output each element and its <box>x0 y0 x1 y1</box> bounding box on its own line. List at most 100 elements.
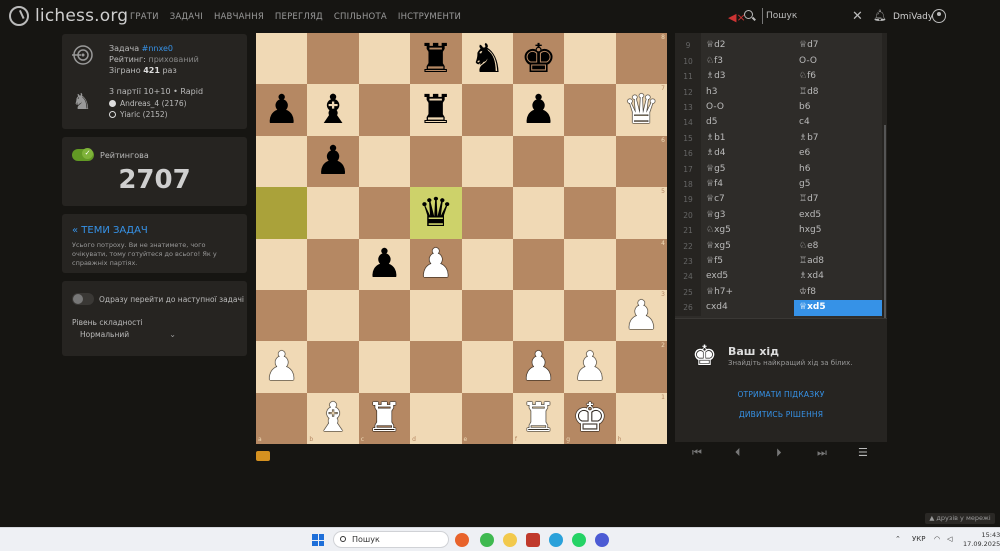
app-yellow-icon[interactable] <box>503 533 517 547</box>
menu-icon[interactable]: ☰ <box>858 446 868 459</box>
black-queen-piece[interactable]: ♛ <box>418 193 454 233</box>
square-h6[interactable]: 6 <box>615 135 667 188</box>
logo[interactable]: lichess.org <box>9 6 128 26</box>
square-e7[interactable] <box>461 84 513 136</box>
prev-move-icon[interactable]: ⏴ <box>735 446 741 460</box>
black-move[interactable]: b6 <box>794 100 882 115</box>
white-move[interactable]: ♕g3 <box>701 208 794 223</box>
white-move[interactable]: ♕h7+ <box>701 285 794 300</box>
square-b7[interactable]: ♝ <box>307 84 359 136</box>
square-c6[interactable] <box>358 135 411 188</box>
username[interactable]: DmiVady <box>893 12 933 22</box>
black-player-name[interactable]: Yiaric (2152) <box>120 110 168 119</box>
square-h2[interactable]: 2 <box>615 341 667 393</box>
white-player-name[interactable]: Andreas_4 (2176) <box>120 99 187 108</box>
square-d7[interactable]: ♜ <box>410 84 462 136</box>
square-g4[interactable] <box>564 238 616 290</box>
white-move[interactable]: ♗b1 <box>701 131 794 146</box>
white-move[interactable]: ♕g5 <box>701 162 794 177</box>
square-d5[interactable]: ♛ <box>410 187 462 239</box>
square-c4[interactable]: ♟ <box>358 238 411 290</box>
square-a2[interactable]: ♟ <box>256 341 308 393</box>
square-d8[interactable]: ♜ <box>410 33 462 85</box>
black-rook-piece[interactable]: ♜ <box>418 39 454 79</box>
square-c1[interactable]: ♜ c <box>358 392 411 444</box>
square-f8[interactable]: ♚ <box>512 33 565 85</box>
white-pawn-piece[interactable]: ♟ <box>418 244 454 284</box>
black-move[interactable]: g5 <box>794 177 882 192</box>
black-king-piece[interactable]: ♚ <box>521 39 557 79</box>
user-avatar-icon[interactable] <box>932 9 946 23</box>
square-e4[interactable] <box>461 238 513 290</box>
square-h7[interactable]: ♛ 7 <box>615 84 667 136</box>
square-e3[interactable] <box>461 289 513 342</box>
tray-chevron-icon[interactable]: ⌃ <box>895 535 901 543</box>
rated-toggle[interactable] <box>72 148 94 161</box>
black-move[interactable]: ♕xd5 <box>794 300 882 316</box>
square-g6[interactable] <box>564 135 616 188</box>
bell-icon[interactable]: 🔔︎ <box>873 9 887 22</box>
black-rook-piece[interactable]: ♜ <box>418 90 454 130</box>
search-input[interactable] <box>762 8 842 24</box>
white-player[interactable]: Andreas_4 (2176) <box>109 99 187 108</box>
chess-board[interactable]: ♜ ♞ ♚ 8 ♟ ♝ ♜ ♟ ♛ 7 ♟ 6 ♛ 5 ♟ ♟ 4 ♟ 3 ♟ ♟ ♟ 2 a ♝ b ♜ c d e ♜ f ♚ g 1 h <box>256 33 667 444</box>
black-move[interactable]: ♘e8 <box>794 239 882 254</box>
square-f2[interactable]: ♟ <box>512 341 565 393</box>
white-king-piece[interactable]: ♚ <box>572 398 608 438</box>
square-d3[interactable] <box>410 289 462 342</box>
square-g2[interactable]: ♟ <box>564 341 616 393</box>
search-icon[interactable] <box>744 10 753 19</box>
white-move[interactable]: ♘xg5 <box>701 223 794 238</box>
square-d1[interactable]: d <box>410 392 462 444</box>
white-move[interactable]: ♕d2 <box>701 38 794 53</box>
black-knight-piece[interactable]: ♞ <box>469 39 505 79</box>
square-g1[interactable]: ♚ g <box>564 392 616 444</box>
friends-online-button[interactable]: ▲ друзів у мережі <box>925 513 995 524</box>
square-a1[interactable]: a <box>256 392 308 444</box>
white-rook-piece[interactable]: ♜ <box>521 398 557 438</box>
nav-watch[interactable]: ПЕРЕГЛЯД <box>275 12 323 22</box>
last-move-icon[interactable]: ⏭ <box>817 446 827 460</box>
wifi-icon[interactable]: ◠ <box>934 535 940 543</box>
telegram-icon[interactable] <box>549 533 563 547</box>
black-move[interactable]: ♗xd4 <box>794 269 882 284</box>
app-green-icon[interactable] <box>480 533 494 547</box>
white-move[interactable]: exd5 <box>701 269 794 284</box>
close-icon[interactable]: ✕ <box>852 9 863 24</box>
square-a6[interactable] <box>256 135 308 188</box>
white-move[interactable]: ♕xg5 <box>701 239 794 254</box>
square-e1[interactable]: e <box>461 392 513 444</box>
black-move[interactable]: e6 <box>794 146 882 161</box>
square-c2[interactable] <box>358 341 411 393</box>
square-f7[interactable]: ♟ <box>512 84 565 136</box>
square-a3[interactable] <box>256 289 308 342</box>
volume-icon[interactable]: ◁ <box>947 535 952 543</box>
square-d6[interactable] <box>410 135 462 188</box>
first-move-icon[interactable]: ⏮ <box>692 446 702 460</box>
white-rook-piece[interactable]: ♜ <box>367 398 403 438</box>
square-g7[interactable] <box>564 84 616 136</box>
nav-learn[interactable]: НАВЧАННЯ <box>214 12 264 22</box>
square-a7[interactable]: ♟ <box>256 84 308 136</box>
square-e8[interactable]: ♞ <box>461 33 513 85</box>
black-move[interactable]: ♖d8 <box>794 85 882 100</box>
black-move[interactable]: hxg5 <box>794 223 882 238</box>
white-move[interactable]: ♗d4 <box>701 146 794 161</box>
square-e6[interactable] <box>461 135 513 188</box>
square-e5[interactable] <box>461 187 513 239</box>
nav-play[interactable]: ГРАТИ <box>130 12 159 22</box>
square-g5[interactable] <box>564 187 616 239</box>
square-d2[interactable] <box>410 341 462 393</box>
difficulty-select[interactable]: Нормальний ⌄ <box>72 330 182 344</box>
black-move[interactable]: O-O <box>794 54 882 69</box>
white-move[interactable]: O-O <box>701 100 794 115</box>
black-move[interactable]: ♖ad8 <box>794 254 882 269</box>
white-pawn-piece[interactable]: ♟ <box>264 347 300 387</box>
square-c3[interactable] <box>358 289 411 342</box>
white-pawn-piece[interactable]: ♟ <box>572 347 608 387</box>
square-f5[interactable] <box>512 187 565 239</box>
windows-start-icon[interactable] <box>312 534 324 546</box>
square-c8[interactable] <box>358 33 411 85</box>
next-move-icon[interactable]: ⏵ <box>776 446 782 460</box>
white-move[interactable]: ♕f4 <box>701 177 794 192</box>
